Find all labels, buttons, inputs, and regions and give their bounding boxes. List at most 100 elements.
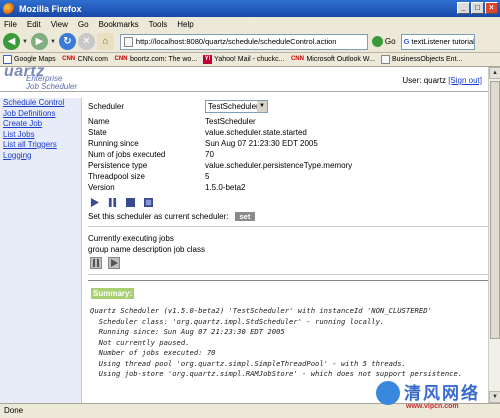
bookmark-google-maps[interactable]: Google Maps bbox=[3, 55, 56, 64]
sidebar-item-create-job[interactable]: Create Job bbox=[0, 119, 81, 130]
field-value: 5 bbox=[205, 172, 210, 181]
page-icon bbox=[123, 36, 133, 47]
bookmark-label: Microsoft Outlook W... bbox=[306, 56, 375, 63]
field-value: 1.5.0-beta2 bbox=[205, 183, 246, 192]
window-titlebar: Mozilla Firefox _ □ × bbox=[0, 0, 500, 17]
maximize-button[interactable]: □ bbox=[471, 2, 484, 14]
menu-help[interactable]: Help bbox=[177, 20, 193, 29]
bookmark-label: boortz.com: The wo... bbox=[129, 56, 198, 63]
scheduler-select-value: TestScheduler bbox=[208, 102, 259, 111]
divider bbox=[88, 274, 488, 275]
sidebar: Schedule Control Job Definitions Create … bbox=[0, 98, 82, 403]
scheduler-select[interactable]: TestScheduler ▼ bbox=[205, 100, 268, 113]
watermark: 清风网络 www.vipcn.com bbox=[372, 379, 492, 415]
bookmark-label: BusinessObjects Ent... bbox=[391, 56, 463, 63]
field-value: Sun Aug 07 21:23:30 EDT 2005 bbox=[205, 139, 318, 148]
executing-jobs-title: Currently executing jobs bbox=[88, 234, 174, 243]
home-icon[interactable]: ⌂ bbox=[96, 33, 114, 50]
summary-text: Quartz Scheduler (v1.5.0-beta2) 'TestSch… bbox=[90, 306, 463, 378]
field-label: Version bbox=[88, 183, 115, 192]
field-label: Persistence type bbox=[88, 161, 148, 170]
watermark-title: 清风网络 bbox=[404, 384, 480, 403]
bookmarks-toolbar: Google Maps CNN CNN.com CNN boortz.com: Th… bbox=[0, 53, 500, 67]
bookmark-label: Google Maps bbox=[14, 56, 56, 63]
forward-arrow-icon[interactable]: ▶ bbox=[30, 33, 48, 50]
forward-dropdown-icon[interactable]: ▼ bbox=[50, 39, 56, 45]
search-input[interactable]: G textListener tutorial bbox=[400, 33, 475, 50]
resume-job-button[interactable] bbox=[108, 257, 120, 269]
back-arrow-icon[interactable]: ◀ bbox=[3, 33, 20, 50]
sidebar-item-logging[interactable]: Logging bbox=[0, 151, 81, 162]
reload-icon[interactable]: ↻ bbox=[58, 33, 76, 50]
scheduler-select-label: Scheduler bbox=[88, 102, 125, 111]
yahoo-icon: Y! bbox=[203, 55, 213, 64]
user-info: User: quartz [Sign out] bbox=[402, 76, 482, 85]
bookmark-boortz[interactable]: CNN boortz.com: The wo... bbox=[114, 55, 197, 64]
field-value: value.scheduler.persistenceType.memory bbox=[205, 161, 353, 170]
go-button[interactable]: Go bbox=[371, 36, 396, 47]
cnn-icon: CNN bbox=[290, 56, 304, 62]
menu-bookmarks[interactable]: Bookmarks bbox=[99, 20, 139, 29]
bookmark-label: CNN.com bbox=[77, 56, 108, 63]
firefox-icon bbox=[3, 2, 15, 15]
google-search-icon: G bbox=[403, 37, 410, 46]
address-bar[interactable]: http://localhost:8080/quartz/schedule/sc… bbox=[119, 33, 368, 50]
minimize-button[interactable]: _ bbox=[457, 2, 470, 14]
user-label: User: quartz bbox=[402, 76, 446, 85]
field-label: Num of jobs executed bbox=[88, 150, 166, 159]
set-current-row: Set this scheduler as current scheduler:… bbox=[88, 212, 256, 221]
field-label: State bbox=[88, 128, 107, 137]
sidebar-item-list-jobs[interactable]: List Jobs bbox=[0, 130, 81, 141]
sign-out-link[interactable]: [Sign out] bbox=[448, 76, 482, 85]
menu-tools[interactable]: Tools bbox=[149, 20, 168, 29]
bookmark-businessobjects[interactable]: BusinessObjects Ent... bbox=[380, 55, 463, 64]
menu-file[interactable]: File bbox=[4, 20, 17, 29]
set-current-label: Set this scheduler as current scheduler: bbox=[88, 212, 229, 221]
field-value: TestScheduler bbox=[205, 117, 256, 126]
start-icon[interactable] bbox=[90, 198, 99, 207]
shutdown-icon[interactable] bbox=[144, 198, 153, 207]
play-icon bbox=[111, 259, 118, 267]
cnn-icon: CNN bbox=[62, 56, 76, 62]
stop-square-icon[interactable] bbox=[126, 198, 135, 207]
close-button[interactable]: × bbox=[485, 2, 498, 14]
divider bbox=[88, 226, 488, 227]
address-url: http://localhost:8080/quartz/schedule/sc… bbox=[135, 37, 337, 46]
bookmark-label: Yahoo! Mail - chuckc... bbox=[214, 56, 285, 63]
page-icon bbox=[380, 55, 390, 64]
field-label: Threadpool size bbox=[88, 172, 145, 181]
chevron-down-icon: ▼ bbox=[257, 101, 267, 112]
menu-go[interactable]: Go bbox=[78, 20, 89, 29]
menu-view[interactable]: View bbox=[51, 20, 68, 29]
executing-jobs-columns: group name description job class bbox=[88, 245, 205, 254]
scroll-thumb[interactable] bbox=[490, 81, 500, 339]
go-icon bbox=[371, 36, 383, 47]
menu-bar: File Edit View Go Bookmarks Tools Help bbox=[0, 17, 500, 31]
status-text: Done bbox=[4, 406, 24, 415]
pause-job-button[interactable] bbox=[90, 257, 102, 269]
bookmark-yahoo-mail[interactable]: Y! Yahoo! Mail - chuckc... bbox=[203, 55, 284, 64]
app-header: uartz Enterprise Job Scheduler User: qua… bbox=[0, 67, 488, 92]
back-dropdown-icon[interactable]: ▼ bbox=[22, 39, 28, 45]
bookmark-cnn[interactable]: CNN CNN.com bbox=[62, 55, 108, 64]
pause-icon[interactable] bbox=[108, 198, 117, 207]
divider bbox=[88, 280, 488, 281]
stop-icon[interactable]: ✕ bbox=[77, 33, 95, 50]
map-icon bbox=[3, 55, 12, 64]
vertical-scrollbar[interactable]: ▲ ▼ bbox=[488, 67, 500, 403]
cnn-icon: CNN bbox=[114, 56, 128, 62]
scroll-up-icon[interactable]: ▲ bbox=[489, 67, 500, 79]
set-button[interactable]: set bbox=[234, 212, 256, 221]
search-value: textListener tutorial bbox=[411, 37, 475, 46]
field-label: Running since bbox=[88, 139, 139, 148]
page-content: uartz Enterprise Job Scheduler User: qua… bbox=[0, 67, 488, 403]
sidebar-item-list-all-triggers[interactable]: List all Triggers bbox=[0, 140, 81, 151]
sidebar-item-schedule-control[interactable]: Schedule Control bbox=[0, 98, 81, 109]
bookmark-outlook[interactable]: CNN Microsoft Outlook W... bbox=[290, 55, 375, 64]
field-value: value.scheduler.state.started bbox=[205, 128, 307, 137]
menu-edit[interactable]: Edit bbox=[27, 20, 41, 29]
sidebar-item-job-definitions[interactable]: Job Definitions bbox=[0, 109, 81, 120]
logo-line2: Job Scheduler bbox=[26, 82, 78, 91]
scheduler-controls bbox=[88, 198, 168, 208]
field-label: Name bbox=[88, 117, 110, 126]
